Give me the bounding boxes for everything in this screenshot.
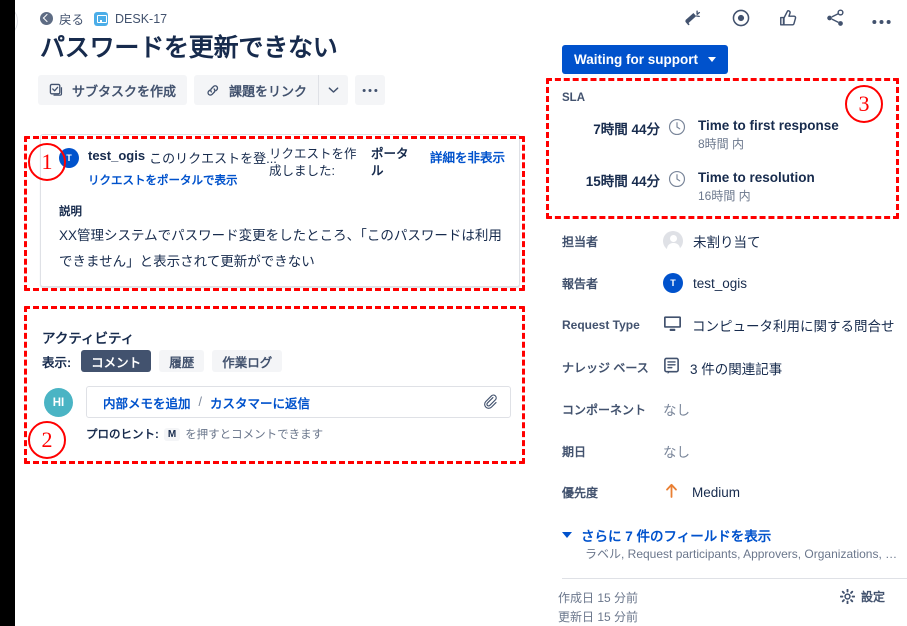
field-value: なし [663, 403, 690, 418]
link-issue-dropdown-button[interactable] [318, 75, 349, 105]
field-assignee[interactable]: 担当者 未割り当て [562, 231, 907, 251]
create-subtask-button[interactable]: サブタスクを作成 [38, 75, 188, 105]
field-value: test_ogis [693, 275, 748, 291]
field-due-date[interactable]: 期日 なし [562, 441, 907, 461]
created-timestamp: 作成日 15 分前 [558, 591, 639, 605]
comment-input[interactable]: 内部メモを追加 / カスタマーに返信 [86, 386, 511, 418]
activity-filter-label: 表示: [42, 355, 72, 370]
book-icon [663, 357, 680, 378]
gear-icon [839, 589, 855, 604]
user-avatar-t-icon: T [663, 273, 683, 293]
issue-key-label: DESK-17 [115, 11, 168, 26]
tab-history[interactable]: 履歴 [159, 350, 205, 372]
reply-to-customer-link[interactable]: カスタマーに返信 [210, 393, 310, 412]
sla-goal: 16時間 内 [698, 189, 751, 203]
view-request-in-portal-link[interactable]: リクエストをポータルで表示 [88, 172, 238, 188]
issue-actions-toolbar: サブタスクを作成 課題をリンク [38, 75, 386, 105]
clock-icon [668, 170, 686, 193]
panel-divider [562, 578, 907, 579]
back-label: 戻る [59, 13, 85, 27]
sla-item-resolution: 15時間 44分 Time to resolution 16時間 内 [562, 169, 815, 206]
field-value: コンピュータ利用に関する問合せ [692, 319, 895, 334]
clock-icon [668, 118, 686, 141]
back-button[interactable]: 戻る [40, 9, 84, 28]
field-label: 期日 [562, 444, 587, 459]
panel-settings-button[interactable]: 設定 [839, 588, 885, 605]
status-dropdown-button[interactable]: Waiting for support [562, 45, 728, 74]
tab-comments[interactable]: コメント [81, 350, 152, 372]
app-root: 戻る DESK-17 パスワードを更新できない サブタスクを作成 課題をリンク … [0, 0, 907, 626]
monitor-icon [663, 315, 682, 335]
settings-label: 設定 [860, 590, 885, 604]
field-value: 未割り当て [693, 235, 761, 250]
field-components[interactable]: コンポーネント なし [562, 399, 907, 419]
page-title: パスワードを更新できない [40, 34, 338, 62]
pro-tip-key: M [163, 427, 181, 441]
pro-tip-suffix: を押すとコメントできます [185, 429, 324, 441]
request-created-text: リクエストを作成しました: [269, 147, 357, 178]
description-label: 説明 [59, 206, 82, 218]
request-comment-card: T test_ogis このリクエストを登... リクエストを作成しました: ポ… [40, 134, 520, 287]
field-label: 担当者 [562, 234, 599, 249]
priority-up-arrow-icon [665, 483, 678, 501]
field-value: なし [663, 445, 690, 460]
sla-goal: 8時間 内 [698, 137, 745, 151]
add-internal-note-link[interactable]: 内部メモを追加 [103, 393, 191, 412]
avatar[interactable]: T [59, 148, 79, 168]
sla-remaining-time: 7時間 44分 [593, 122, 660, 137]
link-icon [207, 84, 219, 96]
breadcrumb-issue-key[interactable]: DESK-17 [94, 11, 168, 26]
field-reporter[interactable]: 報告者 T test_ogis [562, 273, 907, 293]
service-request-icon [94, 11, 109, 26]
breadcrumb: 戻る DESK-17 [40, 9, 167, 28]
pro-tip: プロのヒント: M を押すとコメントできます [86, 426, 323, 442]
tab-worklog[interactable]: 作業ログ [212, 350, 283, 372]
sla-name: Time to resolution [698, 170, 815, 185]
description-body: XX管理システムでパスワード変更をしたところ、「このパスワードは利用できません」… [59, 228, 502, 269]
field-value: 3 件の関連記事 [690, 361, 783, 377]
sla-remaining-time: 15時間 44分 [585, 174, 660, 189]
current-user-avatar[interactable]: HI [44, 388, 73, 417]
create-subtask-label: サブタスクを作成 [72, 83, 177, 99]
field-knowledge-base[interactable]: ナレッジ ベース 3 件の関連記事 [562, 357, 907, 378]
field-value: Medium [692, 484, 741, 500]
subtask-icon [49, 83, 63, 96]
back-arrow-icon [40, 12, 53, 25]
sla-item-first-response: 7時間 44分 Time to first response 8時間 内 [562, 117, 839, 154]
paperclip-icon[interactable] [483, 394, 500, 416]
more-actions-button[interactable] [355, 75, 386, 105]
request-action-text: このリクエストを登... [149, 151, 277, 166]
sla-name: Time to first response [698, 118, 839, 133]
field-request-type[interactable]: Request Type コンピュータ利用に関する問合せ [562, 315, 907, 335]
ellipsis-icon [362, 88, 378, 92]
updated-timestamp: 更新日 15 分前 [558, 610, 639, 624]
link-issue-button[interactable]: 課題をリンク [194, 75, 319, 105]
activity-filter-bar: 表示: コメント 履歴 作業ログ [42, 350, 283, 372]
field-label: ナレッジ ベース [562, 361, 649, 375]
chevron-down-icon [328, 87, 339, 93]
field-label: 報告者 [562, 276, 599, 291]
show-more-fields-label: さらに 7 件のフィールドを表示 [581, 529, 772, 544]
status-label: Waiting for support [574, 52, 698, 67]
chevron-down-icon [562, 532, 572, 538]
sla-section-title: SLA [562, 92, 585, 104]
hide-details-link[interactable]: 詳細を非表示 [430, 147, 505, 166]
link-issue-label: 課題をリンク [229, 83, 308, 99]
show-more-fields-button[interactable]: さらに 7 件のフィールドを表示 [562, 525, 771, 545]
field-label: コンポーネント [562, 402, 647, 417]
request-channel: ポータル [371, 147, 409, 178]
chevron-down-icon [707, 57, 716, 62]
activity-title: アクティビティ [42, 331, 135, 346]
pro-tip-prefix: プロのヒント: [86, 429, 159, 441]
issue-main-column: 戻る DESK-17 パスワードを更新できない サブタスクを作成 課題をリンク … [0, 0, 540, 626]
request-author[interactable]: test_ogis [88, 148, 145, 168]
comment-separator: / [198, 395, 202, 409]
screenshot-left-edge [0, 0, 15, 626]
issue-details-panel: Waiting for support SLA 7時間 44分 Time to … [540, 0, 907, 626]
field-label: Request Type [562, 318, 640, 332]
user-avatar-empty-icon [663, 231, 683, 251]
hidden-fields-summary: ラベル, Request participants, Approvers, Or… [585, 547, 907, 561]
field-label: 優先度 [562, 485, 599, 500]
field-priority[interactable]: 優先度 Medium [562, 483, 907, 501]
